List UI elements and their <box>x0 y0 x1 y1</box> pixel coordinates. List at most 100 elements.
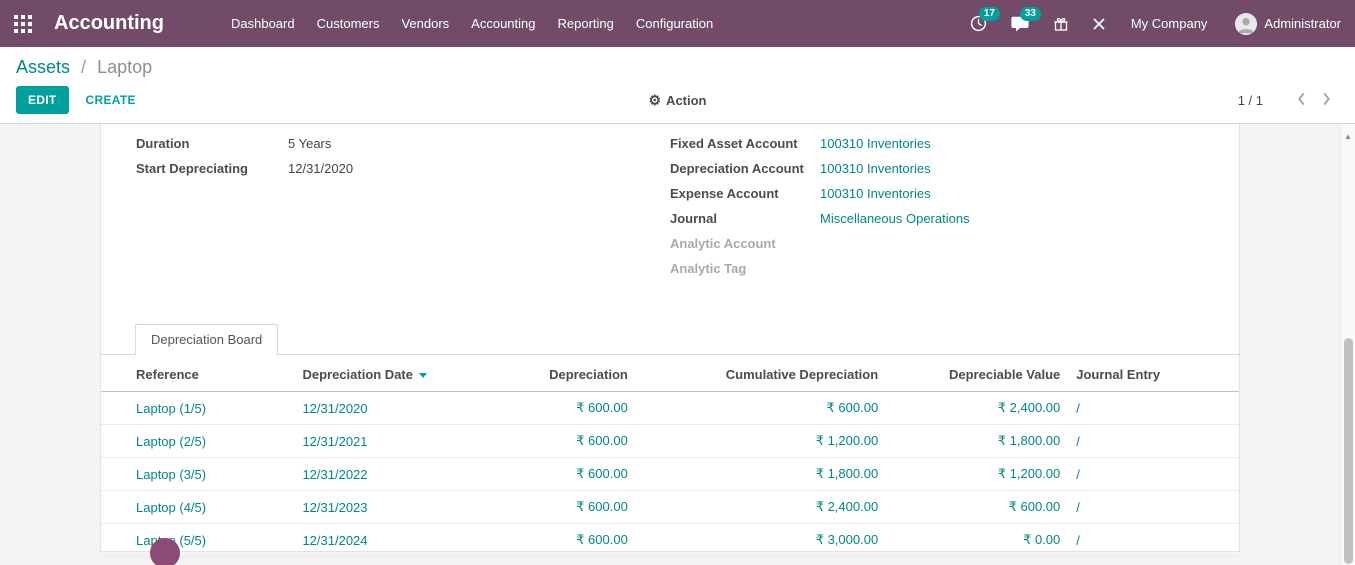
column-header-reference[interactable]: Reference <box>101 358 294 392</box>
start-depreciating-value: 12/31/2020 <box>288 161 353 176</box>
cell-date[interactable]: 12/31/2023 <box>294 491 465 524</box>
column-header-depreciable-value[interactable]: Depreciable Value <box>886 358 1068 392</box>
avatar <box>1235 13 1257 35</box>
cell-cumulative[interactable]: ₹ 3,000.00 <box>636 524 886 557</box>
expense-account-label: Expense Account <box>670 186 820 201</box>
cell-reference[interactable]: Laptop (2/5) <box>101 425 294 458</box>
apps-grid-icon[interactable] <box>0 0 46 47</box>
column-header-journal-entry[interactable]: Journal Entry <box>1068 358 1239 392</box>
field-journal: Journal Miscellaneous Operations <box>670 211 1204 226</box>
field-analytic-tag: Analytic Tag <box>670 261 1204 276</box>
content-area: Duration 5 Years Start Depreciating 12/3… <box>0 124 1355 565</box>
edit-button[interactable]: EDIT <box>16 86 69 114</box>
table-row[interactable]: Laptop (5/5) 12/31/2024 ₹ 600.00 ₹ 3,000… <box>101 524 1239 557</box>
messages-button[interactable]: 33 <box>999 0 1041 47</box>
cell-reference[interactable]: Laptop (4/5) <box>101 491 294 524</box>
field-duration: Duration 5 Years <box>136 136 670 151</box>
main-menu: Dashboard Customers Vendors Accounting R… <box>220 0 724 47</box>
field-fixed-asset-account: Fixed Asset Account 100310 Inventories <box>670 136 1204 151</box>
user-menu[interactable]: Administrator <box>1221 13 1345 35</box>
column-header-cumulative-depreciation[interactable]: Cumulative Depreciation <box>636 358 886 392</box>
cell-depreciation[interactable]: ₹ 600.00 <box>465 491 636 524</box>
cell-depreciable[interactable]: ₹ 1,800.00 <box>886 425 1068 458</box>
control-panel: EDIT CREATE ⚙ Action 1 / 1 <box>0 78 1355 124</box>
cell-depreciable[interactable]: ₹ 2,400.00 <box>886 392 1068 425</box>
cell-date[interactable]: 12/31/2021 <box>294 425 465 458</box>
pager: 1 / 1 <box>1238 92 1339 109</box>
pager-next-button[interactable] <box>1314 92 1339 109</box>
cell-depreciation[interactable]: ₹ 600.00 <box>465 524 636 557</box>
start-depreciating-label: Start Depreciating <box>136 161 288 176</box>
pager-counter: 1 / 1 <box>1238 93 1263 108</box>
notebook: Depreciation Board Reference Depreciatio… <box>101 324 1239 557</box>
cell-date[interactable]: 12/31/2020 <box>294 392 465 425</box>
cell-date[interactable]: 12/31/2024 <box>294 524 465 557</box>
create-button[interactable]: CREATE <box>76 87 146 113</box>
navbar-right: 17 33 My Company <box>958 0 1345 47</box>
table-row[interactable]: Laptop (2/5) 12/31/2021 ₹ 600.00 ₹ 1,200… <box>101 425 1239 458</box>
messages-badge: 33 <box>1020 7 1041 21</box>
company-switcher[interactable]: My Company <box>1117 16 1222 31</box>
app-name[interactable]: Accounting <box>54 12 164 35</box>
fixed-asset-account-link[interactable]: 100310 Inventories <box>820 136 931 151</box>
menu-item-accounting[interactable]: Accounting <box>460 0 546 47</box>
cell-cumulative[interactable]: ₹ 1,200.00 <box>636 425 886 458</box>
asset-form-sheet: Duration 5 Years Start Depreciating 12/3… <box>100 124 1240 552</box>
gear-icon: ⚙ <box>648 92 661 109</box>
activities-button[interactable]: 17 <box>958 0 999 47</box>
cell-reference[interactable]: Laptop (5/5) <box>101 524 294 557</box>
cell-journal-entry[interactable]: / <box>1068 458 1239 491</box>
depreciation-account-link[interactable]: 100310 Inventories <box>820 161 931 176</box>
table-row[interactable]: Laptop (4/5) 12/31/2023 ₹ 600.00 ₹ 2,400… <box>101 491 1239 524</box>
expense-account-link[interactable]: 100310 Inventories <box>820 186 931 201</box>
close-button[interactable] <box>1081 0 1117 47</box>
close-icon <box>1093 18 1105 30</box>
cell-journal-entry[interactable]: / <box>1068 491 1239 524</box>
floating-circle-button[interactable] <box>150 538 180 565</box>
field-start-depreciating: Start Depreciating 12/31/2020 <box>136 161 670 176</box>
scrollbar-thumb[interactable] <box>1344 338 1353 564</box>
cell-date[interactable]: 12/31/2022 <box>294 458 465 491</box>
column-header-depreciation[interactable]: Depreciation <box>465 358 636 392</box>
column-header-depreciation-date[interactable]: Depreciation Date <box>294 358 465 392</box>
gift-button[interactable] <box>1041 0 1081 47</box>
menu-item-reporting[interactable]: Reporting <box>547 0 625 47</box>
cell-depreciable[interactable]: ₹ 1,200.00 <box>886 458 1068 491</box>
cell-depreciable[interactable]: ₹ 0.00 <box>886 524 1068 557</box>
cell-journal-entry[interactable]: / <box>1068 425 1239 458</box>
field-analytic-account: Analytic Account <box>670 236 1204 251</box>
menu-item-vendors[interactable]: Vendors <box>390 0 460 47</box>
journal-link[interactable]: Miscellaneous Operations <box>820 211 970 226</box>
action-menu[interactable]: ⚙ Action <box>648 92 706 109</box>
depreciation-account-label: Depreciation Account <box>670 161 820 176</box>
cell-journal-entry[interactable]: / <box>1068 524 1239 557</box>
breadcrumb-assets-link[interactable]: Assets <box>16 57 70 77</box>
cell-journal-entry[interactable]: / <box>1068 392 1239 425</box>
cell-depreciable[interactable]: ₹ 600.00 <box>886 491 1068 524</box>
cell-reference[interactable]: Laptop (1/5) <box>101 392 294 425</box>
fixed-asset-account-label: Fixed Asset Account <box>670 136 820 151</box>
table-row[interactable]: Laptop (1/5) 12/31/2020 ₹ 600.00 ₹ 600.0… <box>101 392 1239 425</box>
tab-depreciation-board[interactable]: Depreciation Board <box>135 324 278 355</box>
journal-label: Journal <box>670 211 820 226</box>
cell-cumulative[interactable]: ₹ 1,800.00 <box>636 458 886 491</box>
cell-depreciation[interactable]: ₹ 600.00 <box>465 425 636 458</box>
scroll-up-arrow-icon[interactable]: ▲ <box>1341 132 1355 141</box>
menu-item-customers[interactable]: Customers <box>306 0 391 47</box>
duration-value: 5 Years <box>288 136 331 151</box>
pager-previous-button[interactable] <box>1289 92 1314 109</box>
cell-cumulative[interactable]: ₹ 2,400.00 <box>636 491 886 524</box>
depreciation-table: Reference Depreciation Date Depreciation… <box>101 358 1239 557</box>
cell-cumulative[interactable]: ₹ 600.00 <box>636 392 886 425</box>
vertical-scrollbar[interactable]: ▲ <box>1340 124 1355 565</box>
tab-strip: Depreciation Board <box>101 324 1239 355</box>
gift-icon <box>1053 16 1069 32</box>
table-row[interactable]: Laptop (3/5) 12/31/2022 ₹ 600.00 ₹ 1,800… <box>101 458 1239 491</box>
cell-depreciation[interactable]: ₹ 600.00 <box>465 392 636 425</box>
menu-item-dashboard[interactable]: Dashboard <box>220 0 306 47</box>
sort-desc-icon <box>419 373 427 378</box>
menu-item-configuration[interactable]: Configuration <box>625 0 724 47</box>
table-header-row: Reference Depreciation Date Depreciation… <box>101 358 1239 392</box>
cell-reference[interactable]: Laptop (3/5) <box>101 458 294 491</box>
cell-depreciation[interactable]: ₹ 600.00 <box>465 458 636 491</box>
